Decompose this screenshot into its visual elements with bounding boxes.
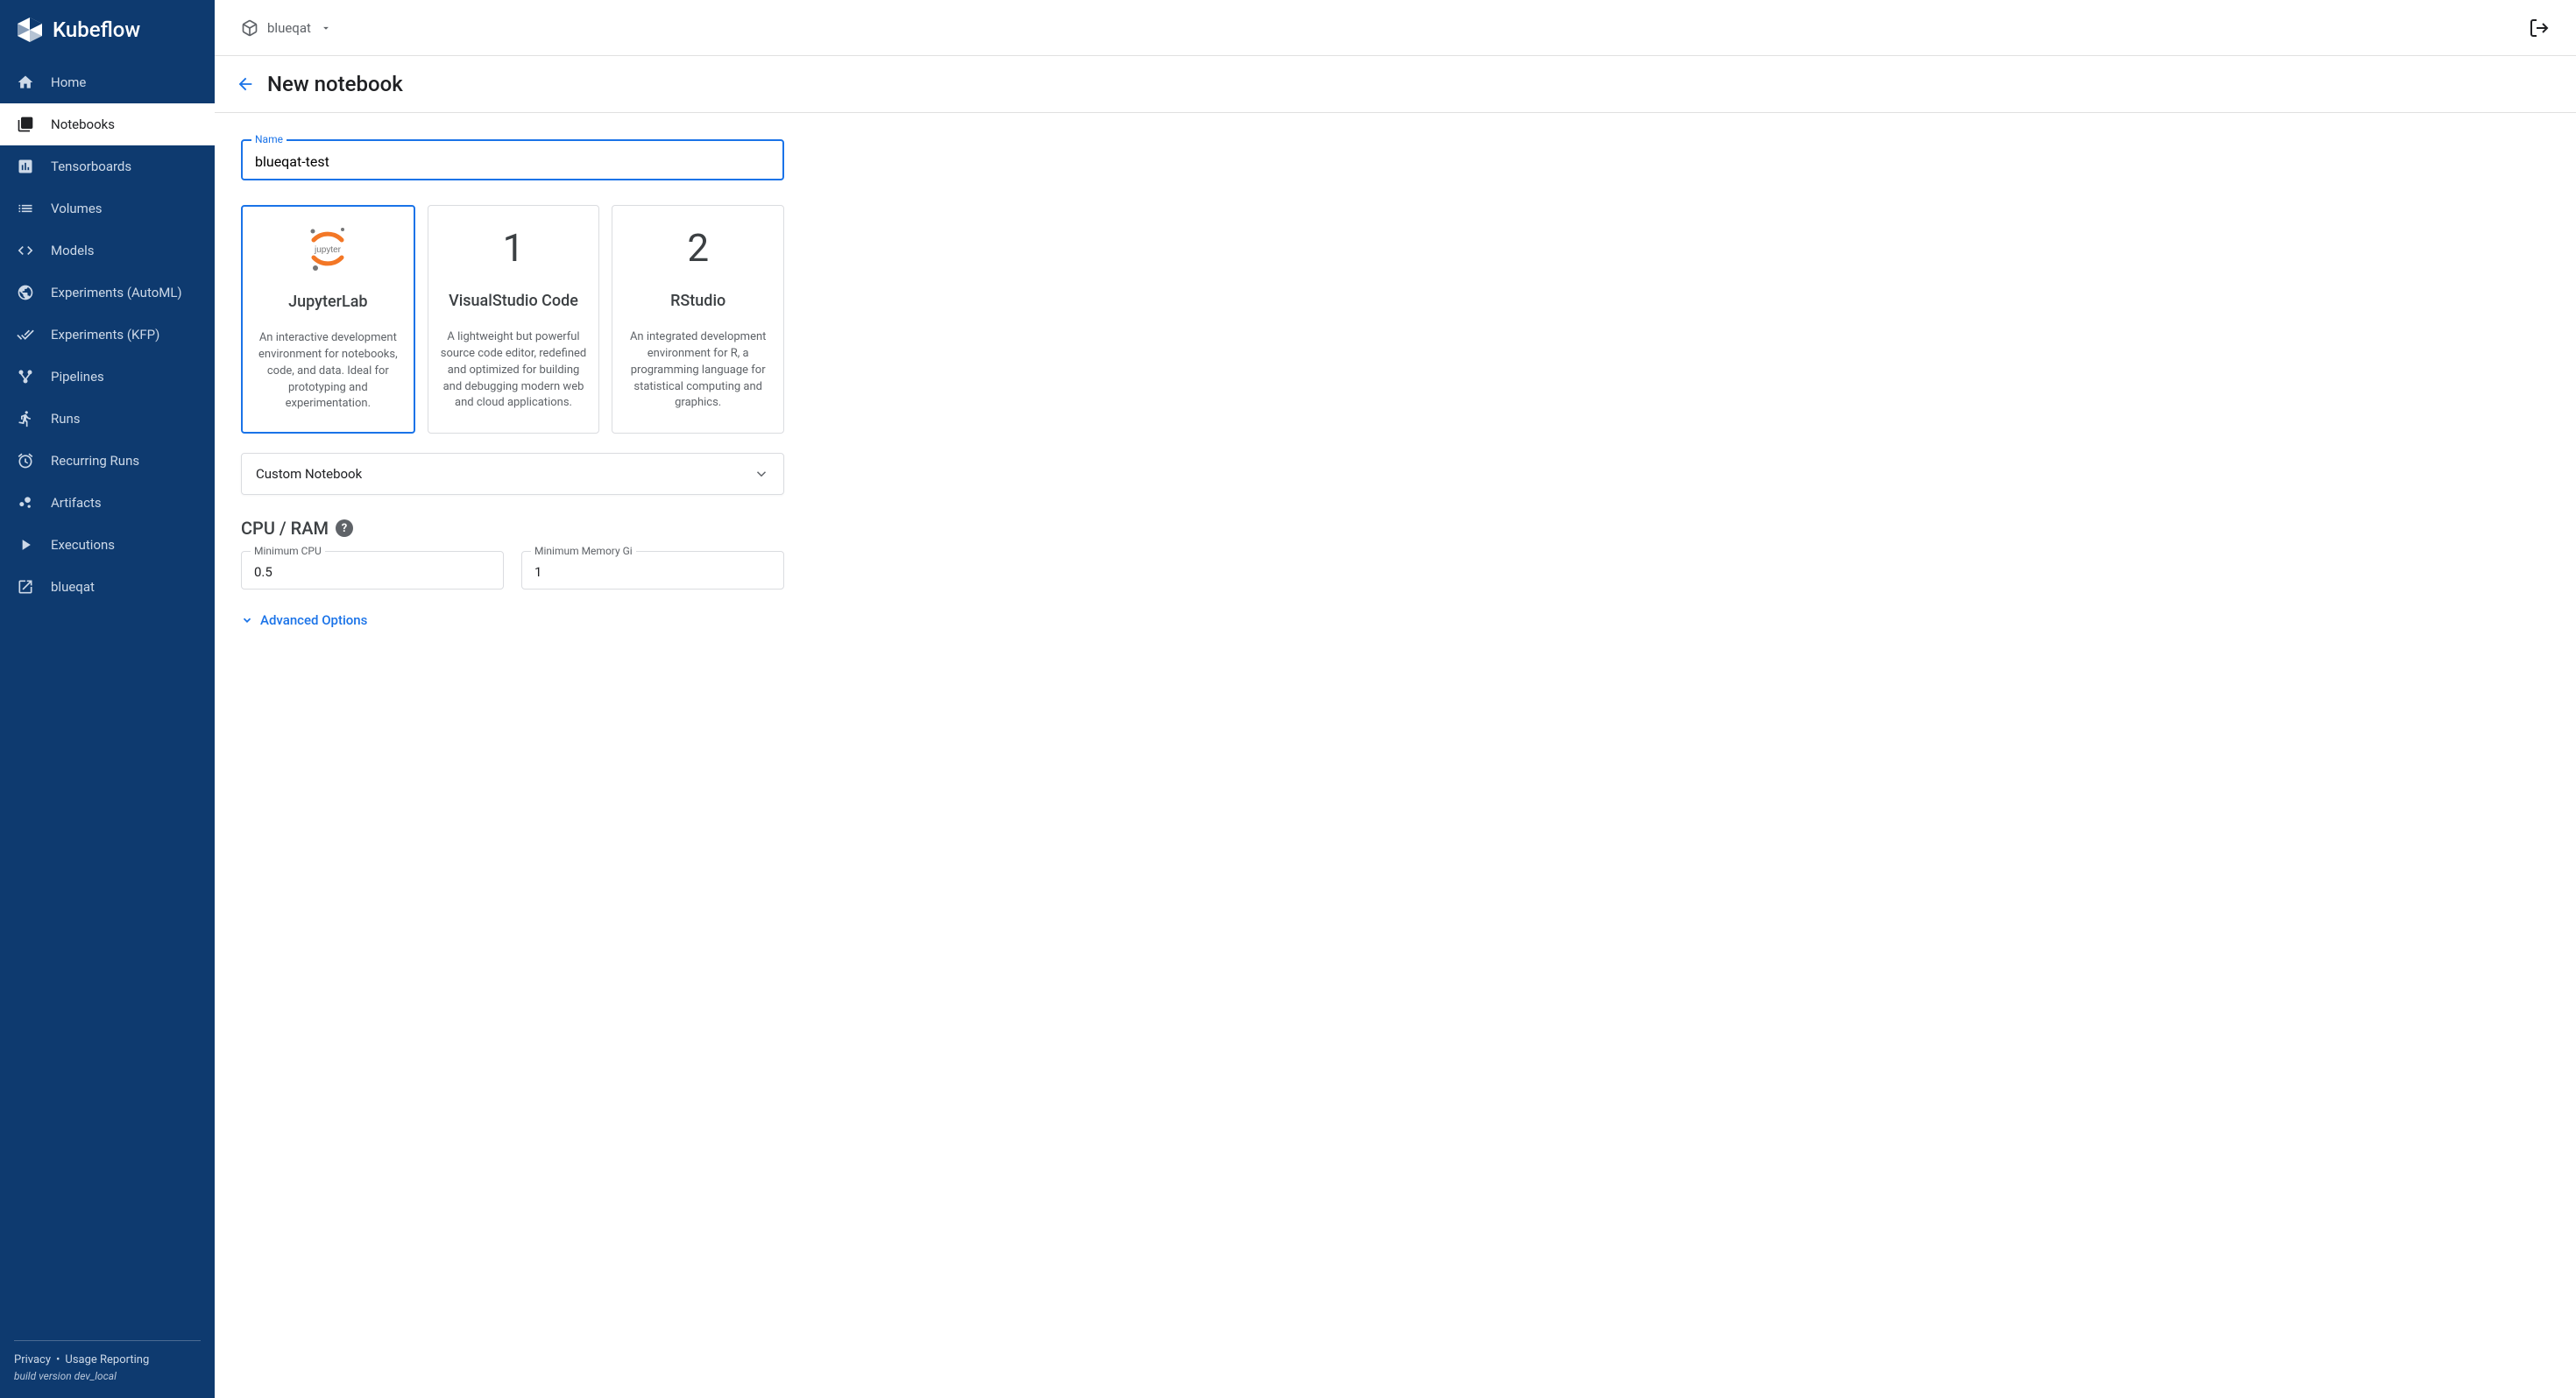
sidebar-item-label: Runs — [51, 411, 81, 427]
back-button[interactable] — [236, 74, 255, 94]
play-icon — [16, 535, 35, 554]
sidebar-item-label: Recurring Runs — [51, 453, 139, 469]
namespace-selector[interactable]: blueqat — [241, 19, 332, 37]
name-label: Name — [251, 133, 287, 145]
sidebar-item-models[interactable]: Models — [0, 229, 215, 272]
rstudio-logo-placeholder: 2 — [687, 220, 709, 276]
sidebar-item-recurring-runs[interactable]: Recurring Runs — [0, 440, 215, 482]
min-memory-field[interactable]: Minimum Memory Gi 1 — [521, 551, 784, 590]
card-title: RStudio — [670, 292, 725, 310]
sidebar-item-label: Home — [51, 74, 86, 90]
sidebar-item-experiments-automl[interactable]: Experiments (AutoML) — [0, 272, 215, 314]
sidebar-item-label: Pipelines — [51, 369, 104, 385]
package-icon — [241, 19, 258, 37]
notebook-icon — [16, 115, 35, 134]
logout-icon — [2529, 18, 2550, 39]
min-cpu-value: 0.5 — [254, 564, 491, 580]
sidebar-item-label: Models — [51, 243, 94, 258]
help-icon[interactable]: ? — [336, 519, 353, 537]
usage-reporting-link[interactable]: Usage Reporting — [65, 1353, 149, 1366]
min-cpu-label: Minimum CPU — [251, 545, 325, 557]
min-memory-label: Minimum Memory Gi — [531, 545, 636, 557]
card-vscode[interactable]: 1 VisualStudio Code A lightweight but po… — [428, 205, 600, 434]
sidebar-item-label: Tensorboards — [51, 159, 131, 174]
advanced-options-label: Advanced Options — [260, 612, 367, 628]
external-icon — [16, 577, 35, 597]
double-check-icon — [16, 325, 35, 344]
logout-button[interactable] — [2529, 18, 2550, 39]
custom-notebook-dropdown[interactable]: Custom Notebook — [241, 453, 784, 495]
card-jupyterlab[interactable]: jupyter JupyterLab An interactive develo… — [241, 205, 415, 434]
sidebar-item-label: Experiments (KFP) — [51, 327, 159, 342]
notebook-type-cards: jupyter JupyterLab An interactive develo… — [241, 205, 784, 434]
sidebar-item-label: blueqat — [51, 579, 95, 595]
min-memory-value: 1 — [534, 564, 771, 580]
card-rstudio[interactable]: 2 RStudio An integrated development envi… — [612, 205, 784, 434]
list-icon — [16, 199, 35, 218]
sidebar-item-label: Artifacts — [51, 495, 102, 511]
jupyter-logo-icon: jupyter — [303, 221, 352, 277]
sidebar-item-notebooks[interactable]: Notebooks — [0, 103, 215, 145]
vscode-logo-placeholder: 1 — [503, 220, 525, 276]
sidebar-item-label: Experiments (AutoML) — [51, 285, 182, 300]
arrow-left-icon — [236, 74, 255, 94]
sidebar-item-label: Volumes — [51, 201, 103, 216]
chevron-down-icon — [241, 614, 253, 626]
sidebar-item-volumes[interactable]: Volumes — [0, 187, 215, 229]
sidebar-item-tensorboards[interactable]: Tensorboards — [0, 145, 215, 187]
chart-icon — [16, 157, 35, 176]
sidebar-item-label: Notebooks — [51, 116, 115, 132]
topbar: blueqat — [215, 0, 2576, 56]
name-field[interactable]: Name — [241, 139, 784, 180]
card-desc: An interactive development environment f… — [255, 330, 401, 413]
clock-icon — [16, 451, 35, 470]
home-icon — [16, 73, 35, 92]
cpu-ram-title: CPU / RAM ? — [241, 518, 784, 539]
card-desc: An integrated development environment fo… — [625, 329, 771, 412]
page-header: New notebook — [215, 56, 2576, 113]
main-content: blueqat New notebook Name — [215, 0, 2576, 1398]
share-icon — [16, 367, 35, 386]
sidebar-item-artifacts[interactable]: Artifacts — [0, 482, 215, 524]
advanced-options-toggle[interactable]: Advanced Options — [241, 612, 784, 628]
min-cpu-field[interactable]: Minimum CPU 0.5 — [241, 551, 504, 590]
svg-text:jupyter: jupyter — [314, 245, 342, 255]
sidebar: Kubeflow Home Notebooks Tensorboards Vol… — [0, 0, 215, 1398]
running-icon — [16, 409, 35, 428]
card-title: JupyterLab — [288, 293, 367, 311]
page-title: New notebook — [267, 72, 403, 96]
brand-name: Kubeflow — [53, 18, 140, 42]
sidebar-footer: Privacy • Usage Reporting build version … — [0, 1328, 215, 1398]
sidebar-item-label: Executions — [51, 537, 115, 553]
card-desc: A lightweight but powerful source code e… — [441, 329, 587, 412]
card-title: VisualStudio Code — [449, 292, 578, 310]
chevron-down-icon — [320, 22, 332, 34]
kubeflow-logo-icon — [16, 16, 44, 44]
sidebar-item-runs[interactable]: Runs — [0, 398, 215, 440]
sidebar-item-pipelines[interactable]: Pipelines — [0, 356, 215, 398]
globe-icon — [16, 283, 35, 302]
chevron-down-icon — [754, 466, 769, 482]
sidebar-item-blueqat[interactable]: blueqat — [0, 566, 215, 608]
name-input[interactable] — [255, 153, 770, 170]
privacy-link[interactable]: Privacy — [14, 1353, 51, 1366]
nav: Home Notebooks Tensorboards Volumes Mode… — [0, 61, 215, 1328]
sidebar-item-home[interactable]: Home — [0, 61, 215, 103]
bubble-icon — [16, 493, 35, 512]
namespace-label: blueqat — [267, 20, 311, 36]
sidebar-item-executions[interactable]: Executions — [0, 524, 215, 566]
code-icon — [16, 241, 35, 260]
brand-logo: Kubeflow — [0, 0, 215, 61]
build-version: build version dev_local — [14, 1370, 201, 1382]
dropdown-label: Custom Notebook — [256, 466, 362, 482]
sidebar-item-experiments-kfp[interactable]: Experiments (KFP) — [0, 314, 215, 356]
